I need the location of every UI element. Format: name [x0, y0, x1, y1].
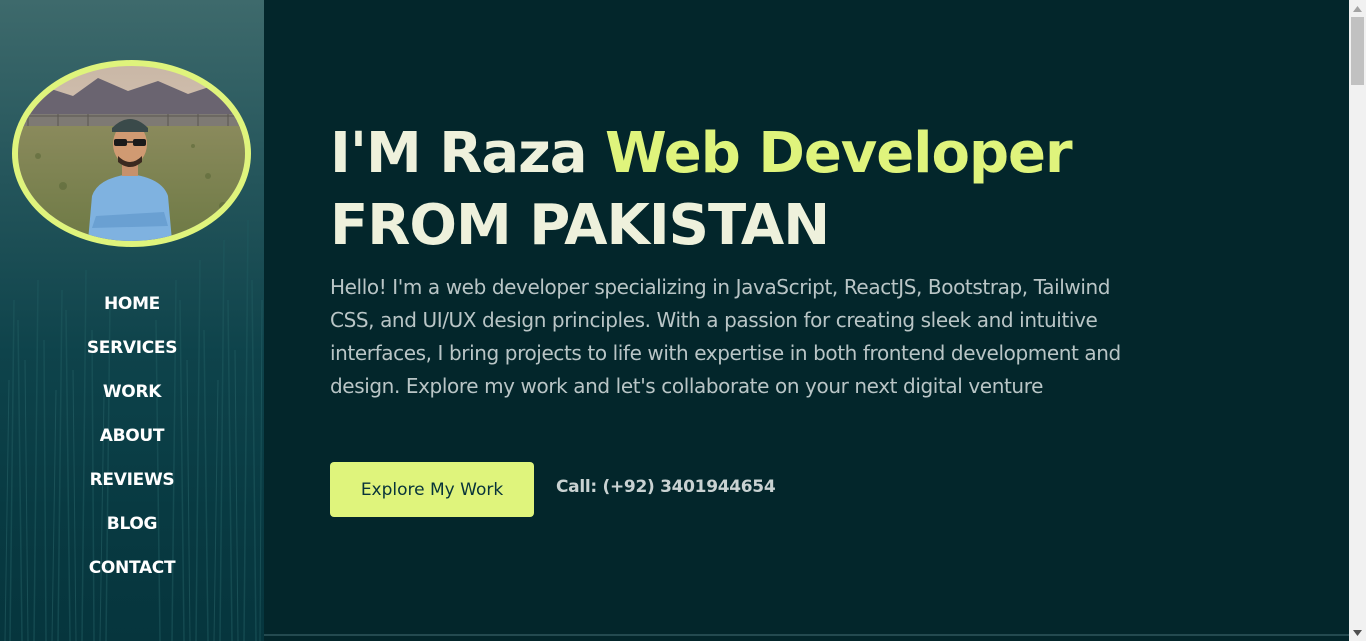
avatar-frame	[12, 60, 251, 247]
hero-heading-name: I'M Raza	[330, 121, 605, 186]
nav-item-work: WORK	[0, 370, 264, 414]
triangle-up-icon	[1353, 5, 1362, 12]
nav-link-work[interactable]: WORK	[103, 382, 162, 402]
nav-item-about: ABOUT	[0, 414, 264, 458]
sidebar: HOME SERVICES WORK ABOUT REVIEWS BLOG CO…	[0, 0, 264, 641]
phone-link[interactable]: Call: (+92) 3401944654	[556, 477, 776, 497]
hero-heading-origin: FROM PAKISTAN	[330, 193, 830, 258]
triangle-down-icon	[1353, 629, 1362, 636]
scroll-thumb[interactable]	[1351, 17, 1364, 85]
nav-link-contact[interactable]: CONTACT	[89, 558, 176, 578]
hero-heading: I'M Raza Web Developer FROM PAKISTAN	[330, 118, 1230, 262]
scroll-up-button[interactable]	[1349, 0, 1366, 17]
section-divider	[264, 634, 1349, 636]
explore-work-button[interactable]: Explore My Work	[330, 462, 534, 517]
page-scrollbar[interactable]	[1349, 0, 1366, 641]
nav-link-about[interactable]: ABOUT	[100, 426, 165, 446]
main-nav: HOME SERVICES WORK ABOUT REVIEWS BLOG CO…	[0, 282, 264, 590]
nav-item-reviews: REVIEWS	[0, 458, 264, 502]
nav-item-services: SERVICES	[0, 326, 264, 370]
nav-item-home: HOME	[0, 282, 264, 326]
nav-link-home[interactable]: HOME	[104, 294, 160, 314]
nav-link-reviews[interactable]: REVIEWS	[90, 470, 175, 490]
nav-item-blog: BLOG	[0, 502, 264, 546]
hero-intro-text: Hello! I'm a web developer specializing …	[330, 275, 1121, 398]
avatar	[18, 66, 245, 241]
scroll-down-button[interactable]	[1349, 624, 1366, 641]
nav-link-blog[interactable]: BLOG	[107, 514, 158, 534]
nav-link-services[interactable]: SERVICES	[87, 338, 178, 358]
nav-item-contact: CONTACT	[0, 546, 264, 590]
portfolio-page: HOME SERVICES WORK ABOUT REVIEWS BLOG CO…	[0, 0, 1366, 641]
hero-heading-role: Web Developer	[605, 121, 1073, 186]
